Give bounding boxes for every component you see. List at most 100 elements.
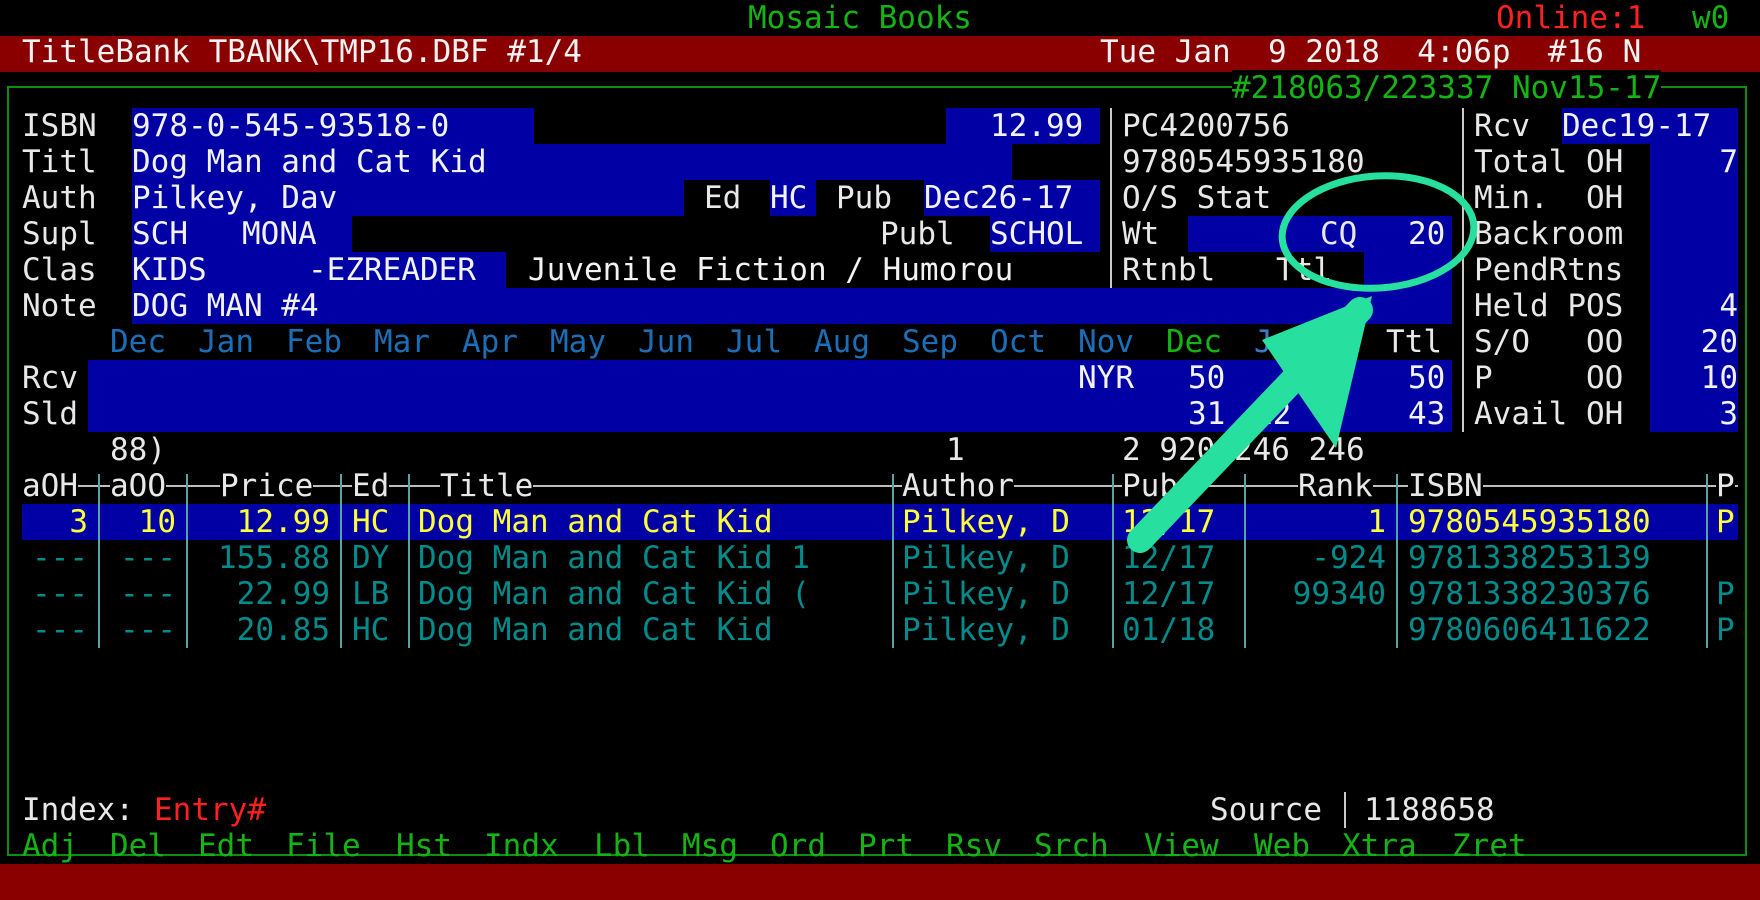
price-field[interactable]: 12.99 [990,108,1083,144]
note-field[interactable]: DOG MAN #4 [132,288,319,324]
source-value: 1188658 [1364,792,1495,828]
pub-date-field[interactable]: Dec26-17 [924,180,1073,216]
separator-mid [1110,108,1112,288]
cell-aoo: --- [120,612,176,648]
rcv-date: Dec19-17 [1562,108,1712,144]
record-ref: #218063/223337 Nov15-17 [1232,70,1662,106]
stock-label: Min. OH [1474,180,1624,216]
menu-file[interactable]: File [286,828,361,864]
index-label: Index: [22,792,134,828]
month-label: Jan [198,324,254,360]
isbn-label: ISBN [22,108,97,144]
rcv-ttl: 50 [1408,360,1446,396]
menu-view[interactable]: View [1144,828,1219,864]
source-label: Source [1210,792,1322,828]
sld-ttl: 43 [1408,396,1446,432]
menu-srch[interactable]: Srch [1034,828,1109,864]
header-isbn[interactable]: ISBN [1408,468,1483,504]
isbn-field[interactable]: 978-0-545-93518-0 [132,108,449,144]
month-label: Apr [462,324,518,360]
edition-field[interactable]: HC [770,180,807,216]
note-label: Note [22,288,97,324]
header-aoh[interactable]: aOH [22,468,78,504]
stock-value: 3 [1719,396,1738,432]
menu-indx[interactable]: Indx [484,828,559,864]
supplier-code-field[interactable]: SCH [132,216,188,252]
class-code-field[interactable]: KIDS [132,252,207,288]
month-label: Jun [638,324,694,360]
title-field[interactable]: Dog Man and Cat Kid [132,144,487,180]
author-field[interactable]: Pilkey, Dav [132,180,337,216]
terminal-screen: Mosaic Books Online:1 w0 TitleBank TBANK… [0,0,1760,900]
online-status: Online:1 [1496,0,1646,36]
menu-adj[interactable]: Adj [22,828,78,864]
cell-ed[interactable]: HC [352,504,396,540]
header-price[interactable]: Price [220,468,314,504]
menu-zret[interactable]: Zret [1452,828,1527,864]
cell-ed: HC [352,612,390,648]
cell-title: Dog Man and Cat Kid [418,612,773,648]
column-separator [98,474,100,648]
pub-label: Pub [836,180,892,216]
header-title[interactable]: Title [440,468,534,504]
cell-title: Dog Man and Cat Kid ( [418,576,810,612]
index-value[interactable]: Entry# [154,792,266,828]
store-name: Mosaic Books [748,0,972,36]
stock-label: Avail OH [1474,396,1624,432]
supplier-name-field[interactable]: MONA [242,216,317,252]
header-rank[interactable]: Rank [1298,468,1373,504]
titl-label: Titl [22,144,97,180]
stock-label: Total OH [1474,144,1624,180]
cell-author[interactable]: Pilkey, D [902,504,1100,540]
bottom-bar [0,864,1760,900]
cell-title[interactable]: Dog Man and Cat Kid [418,504,880,540]
menu-rsv[interactable]: Rsv [946,828,1002,864]
cq-value[interactable]: 20 [1408,216,1445,252]
header-aoo[interactable]: aOO [110,468,166,504]
cell-aoh: --- [32,612,88,648]
class-sub-field[interactable]: -EZREADER [308,252,476,288]
menu-del[interactable]: Del [110,828,166,864]
stock-value: 20 [1700,324,1738,360]
column-separator [1396,474,1398,648]
menu-msg[interactable]: Msg [682,828,738,864]
cell-price[interactable]: 12.99 [198,504,330,540]
cell-rank[interactable]: 1 [1254,504,1386,540]
menu-prt[interactable]: Prt [858,828,914,864]
month-label: Feb [286,324,342,360]
cell-rank [1254,612,1386,648]
menu-hst[interactable]: Hst [396,828,452,864]
cell-price: 22.99 [236,576,330,612]
note-field-bg [132,288,1452,324]
cell-isbn: 9780606411622 [1408,612,1651,648]
stock-value [1650,180,1738,216]
menu-ord[interactable]: Ord [770,828,826,864]
month-label: Nov [1078,324,1134,360]
header-p[interactable]: P [1716,468,1735,504]
column-separator [1244,474,1246,648]
cell-pub: 12/17 [1122,540,1216,576]
rcv-label: Rcv [1474,108,1530,144]
cell-pub[interactable]: 12/17 [1122,504,1232,540]
auth-label: Auth [22,180,97,216]
cell-aoh[interactable]: 3 [22,504,88,540]
column-separator [340,474,342,648]
cell-p[interactable]: P [1716,504,1738,540]
pc-code: PC4200756 [1122,108,1290,144]
window-title: TitleBank TBANK\TMP16.DBF #1/4 [22,34,582,70]
cell-isbn[interactable]: 9780545935180 [1408,504,1694,540]
cell-aoh: --- [32,540,88,576]
header-ed[interactable]: Ed [352,468,390,504]
cell-aoo[interactable]: 10 [110,504,176,540]
menu-xtra[interactable]: Xtra [1342,828,1417,864]
cell-aoh: --- [32,576,88,612]
month-label: May [550,324,606,360]
menu-edt[interactable]: Edt [198,828,254,864]
header-pub[interactable]: Pubt [1122,468,1197,504]
menu-web[interactable]: Web [1254,828,1310,864]
menu-lbl[interactable]: Lbl [594,828,650,864]
publisher-field[interactable]: SCHOL [990,216,1083,252]
datetime: Tue Jan 9 2018 4:06p #16 N [1100,34,1642,70]
header-author[interactable]: Author [902,468,1014,504]
month-label: Oct [990,324,1046,360]
